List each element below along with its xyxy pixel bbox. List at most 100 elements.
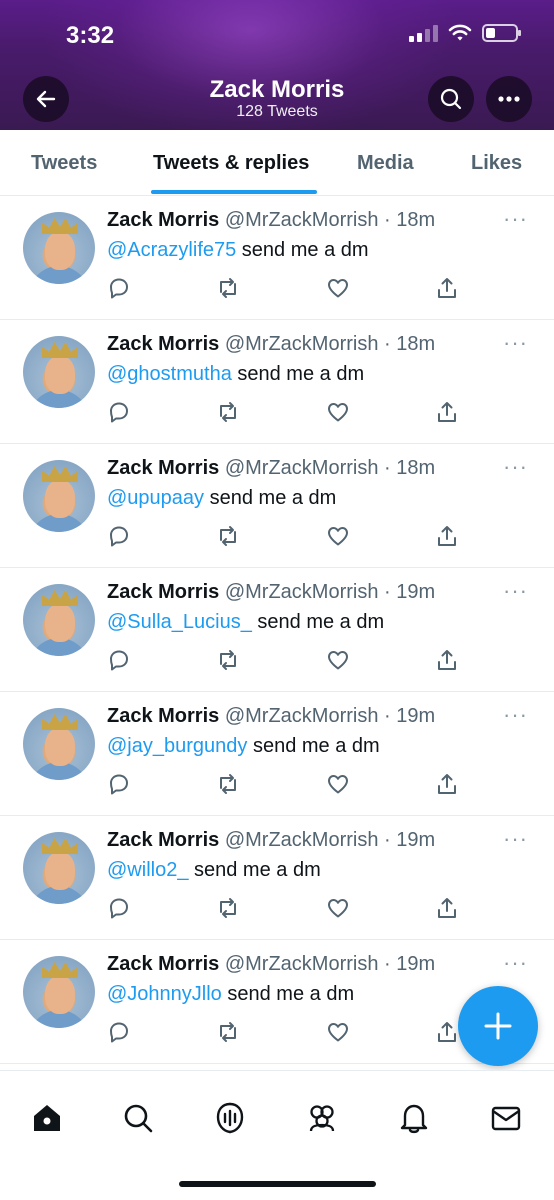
tweet-more-icon[interactable]: ···	[503, 578, 528, 604]
battery-icon	[482, 24, 521, 42]
heart-icon[interactable]	[326, 1020, 350, 1044]
author-handle[interactable]: @MrZackMorrish	[225, 457, 379, 479]
tweet-body: send me a dm	[188, 859, 321, 881]
bell-icon[interactable]	[397, 1101, 431, 1135]
tweet-timestamp[interactable]: 18m	[396, 457, 435, 479]
tweet-row[interactable]: Zack Morris @MrZackMorrish · 19m ··· @will…	[0, 816, 554, 940]
tweet-more-icon[interactable]: ···	[503, 950, 528, 976]
share-icon[interactable]	[435, 524, 459, 548]
mention-link[interactable]: @JohnnyJllo	[107, 983, 222, 1005]
share-icon[interactable]	[435, 896, 459, 920]
author-handle[interactable]: @MrZackMorrish	[225, 581, 379, 603]
home-icon[interactable]	[30, 1101, 64, 1135]
author-handle[interactable]: @MrZackMorrish	[225, 333, 379, 355]
tweet-more-icon[interactable]: ···	[503, 454, 528, 480]
heart-icon[interactable]	[326, 400, 350, 424]
tweet-header: Zack Morris @MrZackMorrish · 19m	[107, 581, 435, 604]
heart-icon[interactable]	[326, 648, 350, 672]
share-icon[interactable]	[435, 276, 459, 300]
mention-link[interactable]: @Acrazylife75	[107, 239, 236, 261]
tweet-text: @JohnnyJllo send me a dm	[107, 983, 354, 1006]
mention-link[interactable]: @Sulla_Lucius_	[107, 611, 252, 633]
avatar[interactable]	[23, 460, 95, 532]
tab-tweets[interactable]: Tweets	[31, 152, 97, 175]
tweet-timestamp[interactable]: 19m	[396, 705, 435, 727]
tweet-more-icon[interactable]: ···	[503, 702, 528, 728]
avatar[interactable]	[23, 956, 95, 1028]
reply-icon[interactable]	[107, 1020, 131, 1044]
tweet-more-icon[interactable]: ···	[503, 206, 528, 232]
reply-icon[interactable]	[107, 400, 131, 424]
retweet-icon[interactable]	[216, 276, 240, 300]
heart-icon[interactable]	[326, 772, 350, 796]
retweet-icon[interactable]	[216, 648, 240, 672]
retweet-icon[interactable]	[216, 524, 240, 548]
tweet-row[interactable]: Zack Morris @MrZackMorrish · 18m ··· @upup…	[0, 444, 554, 568]
tweet-body: send me a dm	[204, 487, 337, 509]
author-name[interactable]: Zack Morris	[107, 333, 219, 355]
compose-tweet-button[interactable]	[458, 986, 538, 1066]
explore-search-icon[interactable]	[121, 1101, 155, 1135]
time-separator: ·	[378, 581, 397, 603]
tweet-row[interactable]: Zack Morris @MrZackMorrish · 19m ··· @jay_…	[0, 692, 554, 816]
author-name[interactable]: Zack Morris	[107, 457, 219, 479]
author-name[interactable]: Zack Morris	[107, 953, 219, 975]
author-handle[interactable]: @MrZackMorrish	[225, 829, 379, 851]
tweet-timestamp[interactable]: 19m	[396, 829, 435, 851]
author-handle[interactable]: @MrZackMorrish	[225, 953, 379, 975]
tab-likes[interactable]: Likes	[471, 152, 522, 175]
communities-icon[interactable]	[305, 1101, 339, 1135]
share-icon[interactable]	[435, 1020, 459, 1044]
tweet-body: send me a dm	[221, 983, 355, 1005]
share-icon[interactable]	[435, 772, 459, 796]
mention-link[interactable]: @upupaay	[107, 487, 204, 509]
tweet-timestamp[interactable]: 18m	[396, 333, 435, 355]
mention-link[interactable]: @willo2_	[107, 859, 188, 881]
share-icon[interactable]	[435, 648, 459, 672]
reply-icon[interactable]	[107, 896, 131, 920]
reply-icon[interactable]	[107, 772, 131, 796]
tweet-header: Zack Morris @MrZackMorrish · 18m	[107, 333, 435, 356]
tab-media[interactable]: Media	[357, 152, 414, 175]
tweet-body: send me a dm	[251, 611, 385, 633]
spaces-icon[interactable]	[213, 1101, 247, 1135]
tab-tweets-and-replies[interactable]: Tweets & replies	[153, 152, 309, 175]
author-name[interactable]: Zack Morris	[107, 829, 219, 851]
tweet-more-icon[interactable]: ···	[503, 330, 528, 356]
heart-icon[interactable]	[326, 276, 350, 300]
tweet-timestamp[interactable]: 19m	[396, 953, 435, 975]
mail-icon[interactable]	[489, 1101, 523, 1135]
tweet-more-icon[interactable]: ···	[503, 826, 528, 852]
tweet-row[interactable]: Zack Morris @MrZackMorrish · 18m ··· @ghos…	[0, 320, 554, 444]
author-name[interactable]: Zack Morris	[107, 705, 219, 727]
share-icon[interactable]	[435, 400, 459, 424]
more-horizontal-icon	[498, 96, 520, 102]
avatar[interactable]	[23, 336, 95, 408]
retweet-icon[interactable]	[216, 400, 240, 424]
tweet-timestamp[interactable]: 19m	[396, 581, 435, 603]
mention-link[interactable]: @jay_burgundy	[107, 735, 247, 757]
heart-icon[interactable]	[326, 524, 350, 548]
avatar[interactable]	[23, 212, 95, 284]
heart-icon[interactable]	[326, 896, 350, 920]
retweet-icon[interactable]	[216, 772, 240, 796]
reply-icon[interactable]	[107, 524, 131, 548]
author-handle[interactable]: @MrZackMorrish	[225, 705, 379, 727]
retweet-icon[interactable]	[216, 1020, 240, 1044]
more-button[interactable]	[486, 76, 532, 122]
tweet-timestamp[interactable]: 18m	[396, 209, 435, 231]
avatar[interactable]	[23, 832, 95, 904]
retweet-icon[interactable]	[216, 896, 240, 920]
avatar[interactable]	[23, 584, 95, 656]
reply-icon[interactable]	[107, 648, 131, 672]
reply-icon[interactable]	[107, 276, 131, 300]
tweet-actions	[107, 896, 467, 920]
avatar[interactable]	[23, 708, 95, 780]
tweet-row[interactable]: Zack Morris @MrZackMorrish · 19m ··· @Sull…	[0, 568, 554, 692]
author-handle[interactable]: @MrZackMorrish	[225, 209, 379, 231]
tweet-row[interactable]: Zack Morris @MrZackMorrish · 18m ··· @Acra…	[0, 196, 554, 320]
author-name[interactable]: Zack Morris	[107, 209, 219, 231]
author-name[interactable]: Zack Morris	[107, 581, 219, 603]
mention-link[interactable]: @ghostmutha	[107, 363, 232, 385]
search-button[interactable]	[428, 76, 474, 122]
